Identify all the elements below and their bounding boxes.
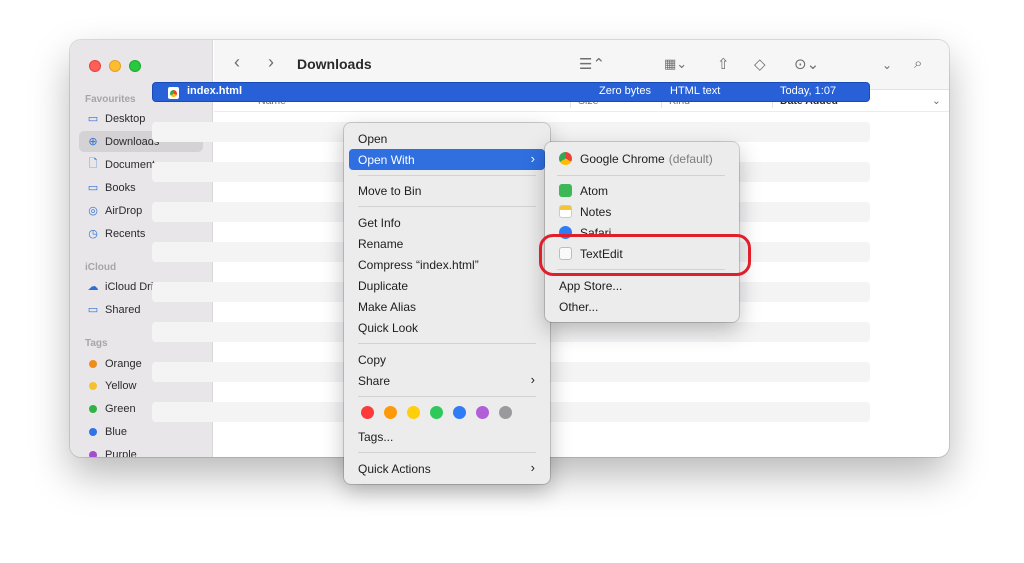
desktop-icon: ▭ (87, 113, 99, 125)
context-menu: Open Open With › Move to Bin Get Info Ren… (344, 123, 550, 484)
table-row-selected[interactable]: index.html Zero bytes HTML text Today, 1… (152, 82, 870, 102)
sidebar-tag-purple[interactable]: Purple (79, 444, 203, 457)
submenu-item-google-chrome[interactable]: Google Chrome (default) (550, 148, 734, 169)
airdrop-icon: ◎ (88, 205, 98, 217)
downloads-icon: ⊕ (88, 136, 98, 148)
open-with-submenu: Google Chrome (default) Atom Notes Safari… (545, 142, 739, 322)
menu-item-quick-actions[interactable]: Quick Actions › (349, 458, 545, 479)
menu-item-share[interactable]: Share › (349, 370, 545, 391)
group-icon[interactable]: ▦⌄ (664, 56, 687, 72)
atom-icon (559, 184, 572, 197)
chevron-right-icon: › (530, 460, 535, 475)
green-tag-swatch[interactable] (430, 406, 443, 419)
yellow-tag-icon (89, 381, 97, 390)
purple-tag-swatch[interactable] (476, 406, 489, 419)
menu-item-move-to-bin[interactable]: Move to Bin (349, 180, 545, 201)
gray-tag-swatch[interactable] (499, 406, 512, 419)
list-view-icon[interactable]: ☰⌃ (579, 55, 605, 73)
menu-separator (358, 343, 536, 344)
file-date-added: Today, 1:07 (780, 85, 837, 97)
chevron-down-icon[interactable]: ⌄ (882, 58, 892, 72)
cloud-icon: ☁ (87, 281, 99, 293)
blue-tag-icon (89, 427, 97, 436)
forward-icon[interactable]: › (268, 52, 274, 73)
file-kind: HTML text (670, 85, 721, 97)
window-title: Downloads (297, 56, 372, 72)
clock-icon: ◷ (88, 228, 98, 240)
green-tag-icon (89, 404, 97, 413)
shared-folder-icon: ▭ (87, 304, 99, 316)
chrome-icon (559, 152, 572, 165)
chevron-right-icon: › (530, 151, 535, 166)
document-icon: 🗋 (88, 158, 98, 170)
share-icon[interactable]: ⇧ (717, 55, 730, 73)
favourites-header: Favourites (85, 94, 136, 105)
submenu-item-notes[interactable]: Notes (550, 201, 734, 222)
tag-icon[interactable]: ◇ (754, 55, 766, 73)
sort-chevron-icon[interactable]: ⌄ (932, 95, 941, 107)
menu-item-duplicate[interactable]: Duplicate (349, 275, 545, 296)
yellow-tag-swatch[interactable] (407, 406, 420, 419)
menu-item-get-info[interactable]: Get Info (349, 212, 545, 233)
menu-separator (358, 452, 536, 453)
menu-separator (358, 175, 536, 176)
back-icon[interactable]: ‹ (234, 52, 240, 73)
icloud-header: iCloud (85, 262, 117, 273)
zoom-window-button[interactable] (129, 60, 141, 72)
table-row (152, 102, 870, 122)
menu-item-quick-look[interactable]: Quick Look (349, 317, 545, 338)
menu-item-open[interactable]: Open (349, 128, 545, 149)
blue-tag-swatch[interactable] (453, 406, 466, 419)
menu-item-make-alias[interactable]: Make Alias (349, 296, 545, 317)
menu-separator (358, 206, 536, 207)
purple-tag-icon (89, 450, 97, 457)
menu-item-open-with[interactable]: Open With › (349, 149, 545, 170)
orange-tag-swatch[interactable] (384, 406, 397, 419)
notes-icon (559, 205, 572, 218)
folder-icon: ▭ (87, 182, 99, 194)
sidebar-tag-blue[interactable]: Blue (79, 421, 203, 442)
file-name: index.html (187, 85, 243, 97)
menu-item-compress[interactable]: Compress “index.html” (349, 254, 545, 275)
close-window-button[interactable] (89, 60, 101, 72)
submenu-item-app-store[interactable]: App Store... (550, 275, 734, 296)
menu-item-tags[interactable]: Tags... (349, 426, 545, 447)
submenu-item-atom[interactable]: Atom (550, 180, 734, 201)
menu-item-rename[interactable]: Rename (349, 233, 545, 254)
more-actions-icon[interactable]: ⊙⌄ (794, 55, 819, 73)
search-icon[interactable]: ⌕ (914, 55, 922, 72)
chrome-document-icon (168, 87, 179, 99)
menu-separator (557, 175, 725, 176)
minimize-window-button[interactable] (109, 60, 121, 72)
submenu-item-other[interactable]: Other... (550, 296, 734, 317)
orange-tag-icon (89, 359, 97, 368)
red-tag-swatch[interactable] (361, 406, 374, 419)
red-highlight-annotation (539, 234, 751, 276)
menu-separator (358, 396, 536, 397)
menu-item-copy[interactable]: Copy (349, 349, 545, 370)
chevron-right-icon: › (530, 372, 535, 387)
file-size: Zero bytes (599, 85, 651, 97)
tags-header: Tags (85, 338, 108, 349)
